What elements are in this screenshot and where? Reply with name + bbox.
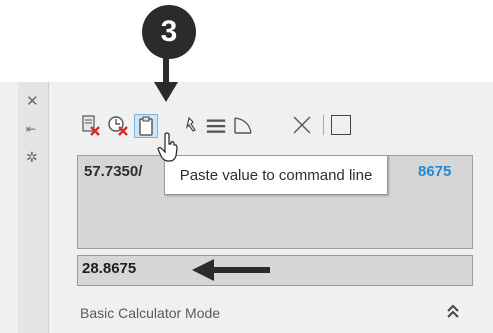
paste-to-command-line-icon[interactable]	[134, 114, 158, 138]
step-number-badge: 3	[142, 5, 196, 59]
input-value: 28.8675	[82, 260, 137, 277]
collapse-chevron-icon[interactable]	[446, 303, 460, 319]
auto-hide-icon[interactable]: ⇤	[26, 122, 36, 136]
close-icon[interactable]: ✕	[26, 92, 39, 110]
history-expression: 57.7350/	[84, 163, 143, 180]
tooltip-text: Paste value to command line	[179, 166, 373, 184]
angle-icon[interactable]	[232, 114, 254, 136]
properties-icon[interactable]: ✲	[26, 150, 38, 166]
expression-input[interactable]	[77, 255, 473, 286]
basic-calculator-mode-label[interactable]: Basic Calculator Mode	[80, 305, 220, 321]
history-result: 8675	[418, 163, 452, 180]
toolbar-separator	[323, 115, 324, 135]
clear-icon[interactable]	[80, 114, 102, 136]
mouse-pointer-icon	[157, 132, 178, 162]
step-number: 3	[160, 15, 178, 48]
distance-icon[interactable]	[205, 114, 227, 136]
intersection-icon[interactable]	[291, 114, 313, 136]
left-arrow-icon	[192, 259, 270, 281]
help-icon[interactable]	[331, 115, 351, 135]
tooltip: Paste value to command line	[164, 155, 388, 195]
palette-title-strip	[18, 82, 49, 333]
get-coordinates-icon[interactable]	[180, 114, 202, 136]
down-arrow-icon	[154, 52, 178, 102]
clear-history-icon[interactable]	[107, 114, 129, 136]
